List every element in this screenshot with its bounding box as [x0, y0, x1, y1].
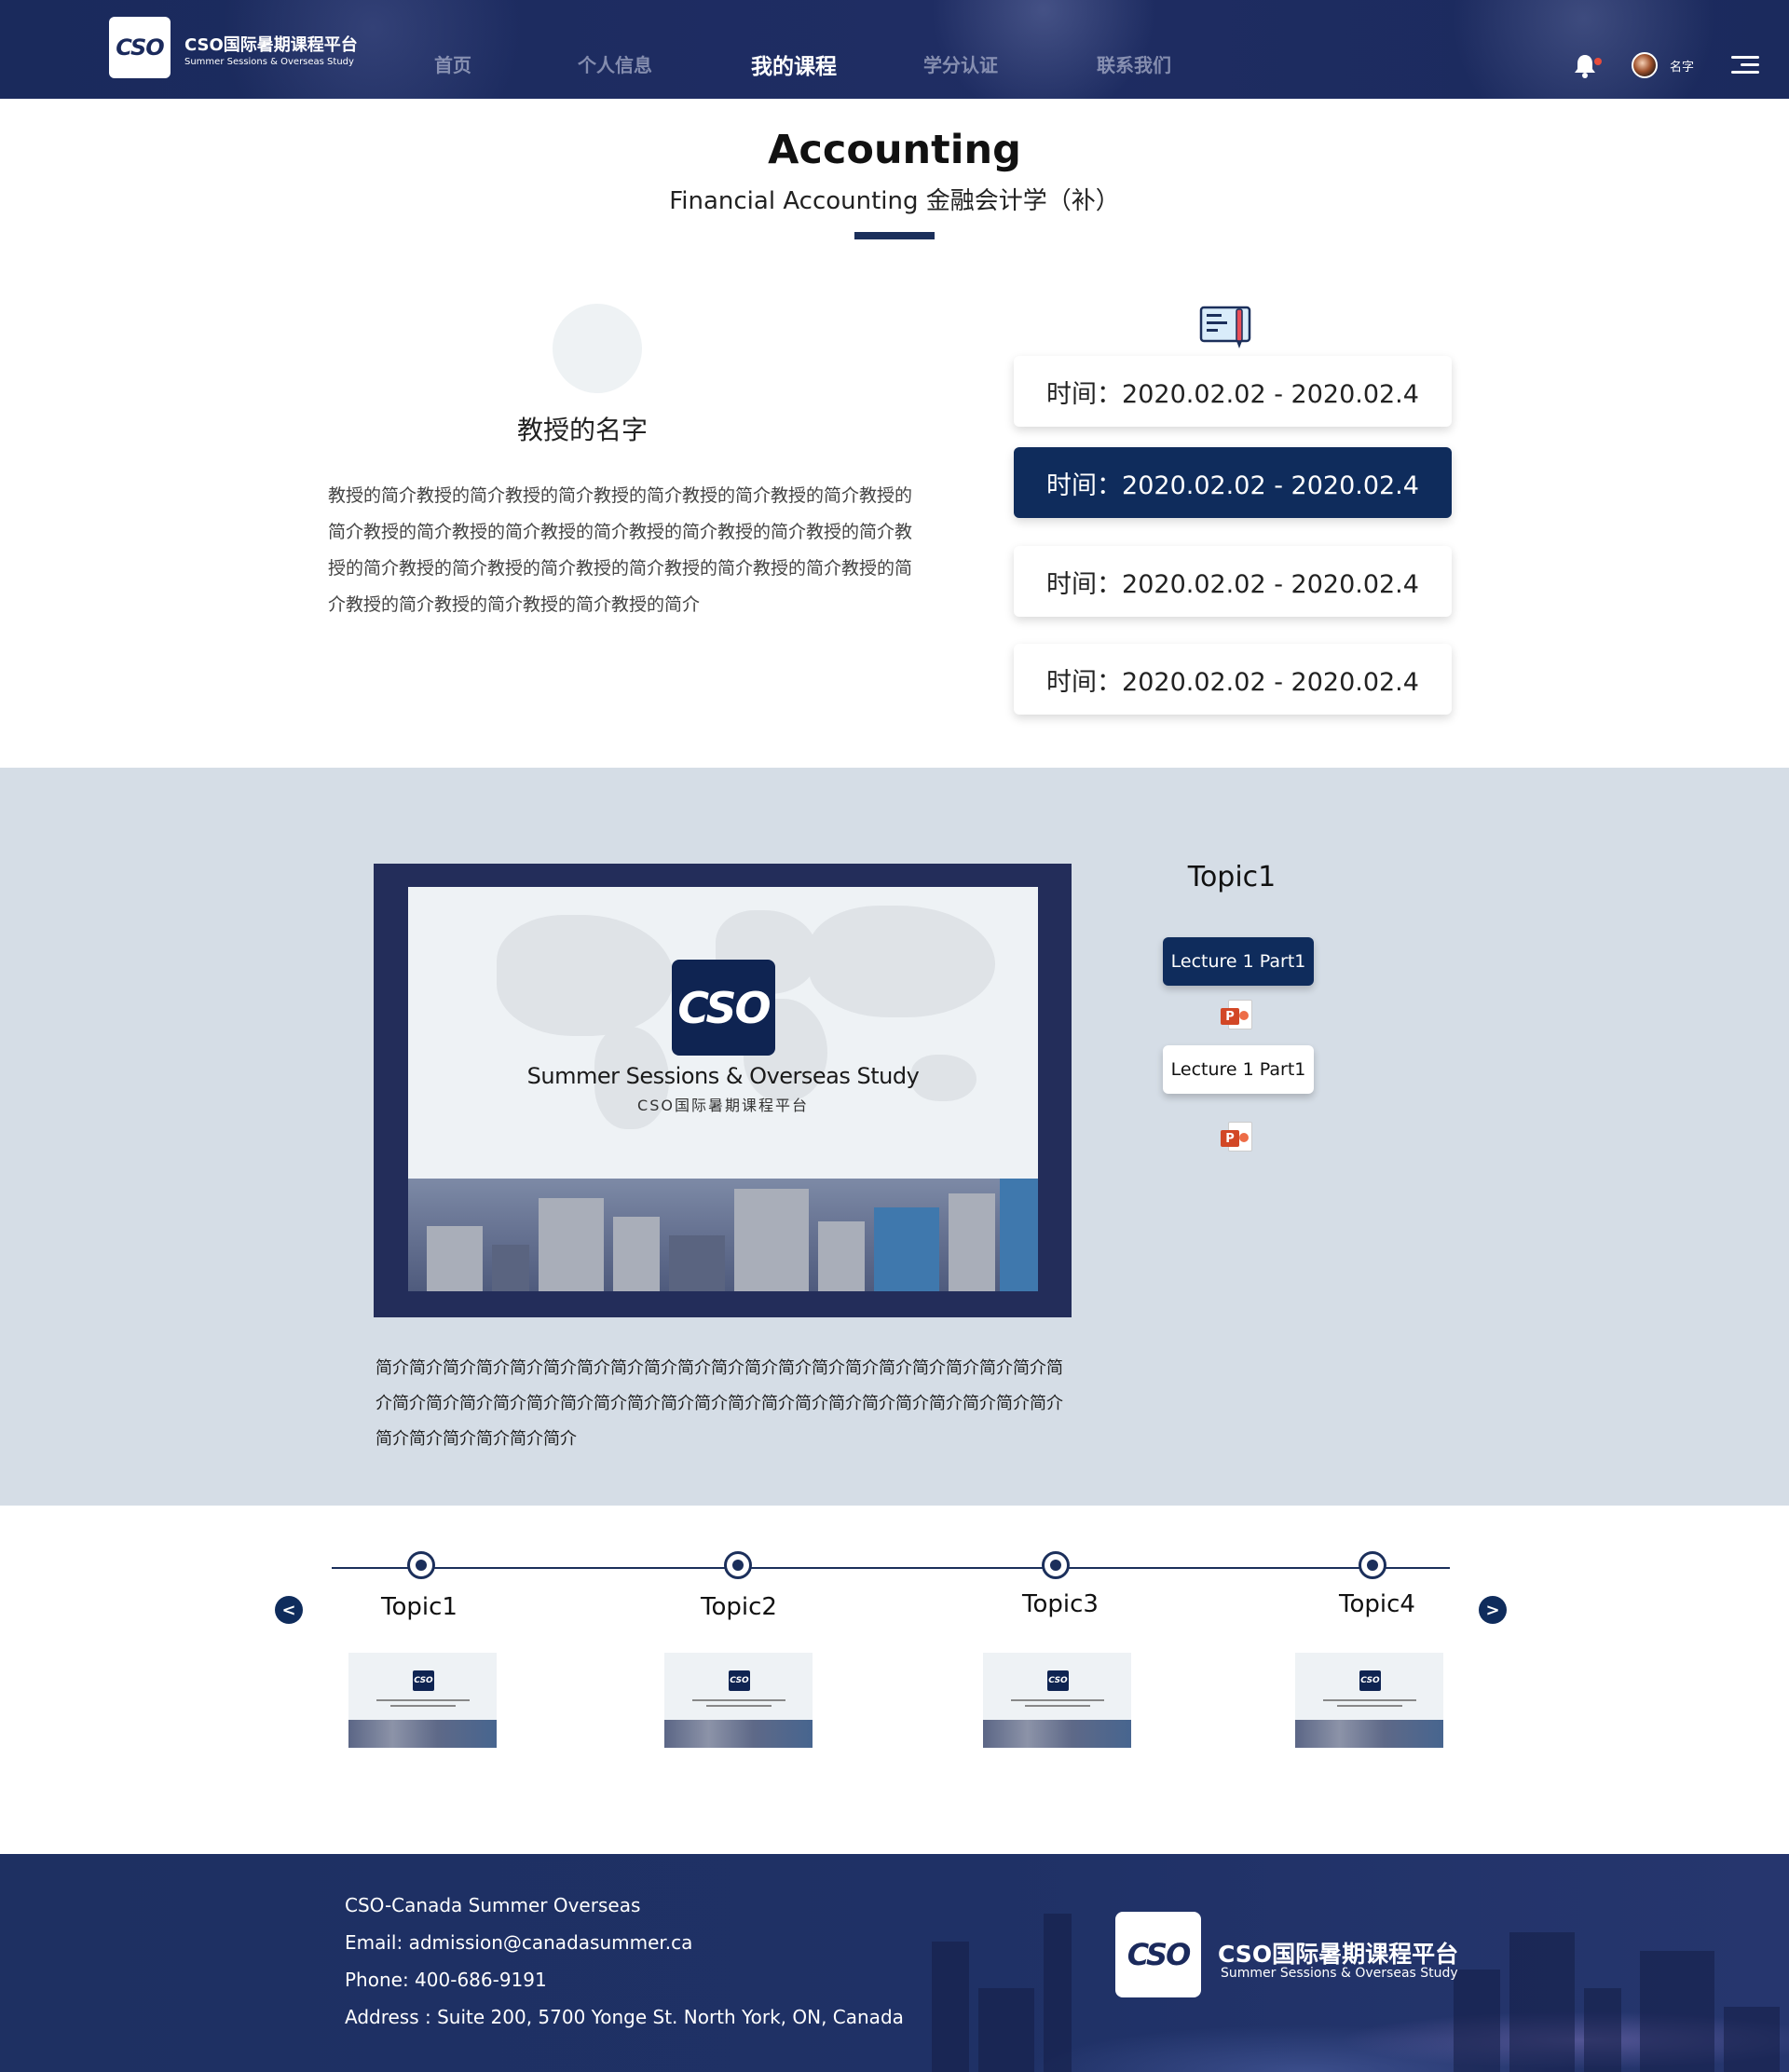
timeline-dot-1[interactable] — [407, 1551, 435, 1579]
time-card-4[interactable]: 时间：2020.02.02 - 2020.02.4 — [1014, 644, 1452, 715]
footer-company: CSO-Canada Summer Overseas — [345, 1894, 641, 1916]
logo-text: CSO — [116, 34, 164, 61]
footer-logo: CSO — [1115, 1912, 1201, 1997]
prev-arrow-icon[interactable]: < — [275, 1596, 303, 1624]
slide-logo: CSO — [672, 960, 775, 1056]
slide-title-en: Summer Sessions & Overseas Study — [526, 1063, 920, 1089]
footer-address: Address : Suite 200, 5700 Yonge St. Nort… — [345, 2006, 904, 2028]
topic-thumbnail[interactable]: CSO — [348, 1653, 497, 1748]
timeline-topic-2[interactable]: Topic2 — [655, 1593, 823, 1621]
timeline-dot-2[interactable] — [724, 1551, 752, 1579]
footer-email[interactable]: Email: admission@canadasummer.ca — [345, 1931, 692, 1954]
course-title: Accounting — [768, 127, 1021, 173]
slide-city-image — [408, 1179, 1038, 1291]
topic-thumbnail[interactable]: CSO — [664, 1653, 813, 1748]
time-card-3[interactable]: 时间：2020.02.02 - 2020.02.4 — [1014, 546, 1452, 617]
avatar[interactable] — [1632, 52, 1658, 78]
professor-bio: 教授的简介教授的简介教授的简介教授的简介教授的简介教授的简介教授的简介教授的简介… — [328, 485, 913, 615]
professor-photo — [553, 304, 642, 393]
footer — [0, 1854, 1789, 2072]
lecture-button-1[interactable]: Lecture 1 Part1 — [1163, 937, 1314, 986]
timeline-topic-1[interactable]: Topic1 — [335, 1593, 503, 1621]
top-header: CSO CSO国际暑期课程平台 Summer Sessions & Overse… — [0, 0, 1789, 99]
slide-description: 简介简介简介简介简介简介简介简介简介简介简介简介简介简介简介简介简介简介简介简介… — [376, 1358, 1063, 1449]
timeline-dot-4[interactable] — [1359, 1551, 1386, 1579]
timeline-track — [332, 1567, 1450, 1569]
brand-cn: CSO国际暑期课程平台 — [184, 35, 358, 55]
topic-thumbnail[interactable]: CSO — [983, 1653, 1131, 1748]
powerpoint-icon[interactable]: P — [1221, 1000, 1254, 1031]
timeline-topic-3[interactable]: Topic3 — [976, 1590, 1144, 1618]
nav-profile[interactable]: 个人信息 — [578, 50, 652, 77]
brand-en: Summer Sessions & Overseas Study — [184, 57, 354, 67]
nav-credits[interactable]: 学分认证 — [923, 50, 998, 77]
nav-contact[interactable]: 联系我们 — [1097, 50, 1171, 77]
header-logo[interactable]: CSO — [109, 17, 171, 78]
time-card-1[interactable]: 时间：2020.02.02 - 2020.02.4 — [1014, 356, 1452, 427]
powerpoint-icon[interactable]: P — [1221, 1122, 1254, 1153]
timeline-dot-3[interactable] — [1042, 1551, 1070, 1579]
professor-name: 教授的名字 — [516, 415, 648, 445]
topic-panel-title: Topic1 — [1187, 861, 1277, 893]
footer-logo-text: CSO — [1127, 1937, 1192, 1972]
next-arrow-icon[interactable]: > — [1479, 1596, 1507, 1624]
footer-phone: Phone: 400-686-9191 — [345, 1969, 547, 1991]
nav-home[interactable]: 首页 — [434, 50, 471, 77]
schedule-icon — [1199, 306, 1251, 348]
footer-brand-cn: CSO国际暑期课程平台 — [1218, 1941, 1459, 1968]
lecture-button-2[interactable]: Lecture 1 Part1 — [1163, 1045, 1314, 1094]
notification-dot — [1594, 58, 1602, 65]
footer-brand-en: Summer Sessions & Overseas Study — [1221, 1966, 1458, 1981]
user-name[interactable]: 名字 — [1670, 57, 1694, 75]
bell-icon[interactable] — [1571, 52, 1599, 80]
time-card-2[interactable]: 时间：2020.02.02 - 2020.02.4 — [1014, 447, 1452, 518]
slide-title-cn: CSO国际暑期课程平台 — [637, 1097, 809, 1114]
title-underline — [854, 232, 935, 239]
nav-my-courses[interactable]: 我的课程 — [751, 48, 837, 80]
course-subtitle: Financial Accounting 金融会计学（补） — [669, 187, 1120, 215]
header-brand: CSO国际暑期课程平台 Summer Sessions & Overseas S… — [184, 32, 358, 67]
menu-icon[interactable] — [1731, 54, 1759, 76]
slide-logo-text: CSO — [677, 982, 771, 1033]
timeline-topic-4[interactable]: Topic4 — [1293, 1590, 1461, 1618]
topic-thumbnail[interactable]: CSO — [1295, 1653, 1443, 1748]
